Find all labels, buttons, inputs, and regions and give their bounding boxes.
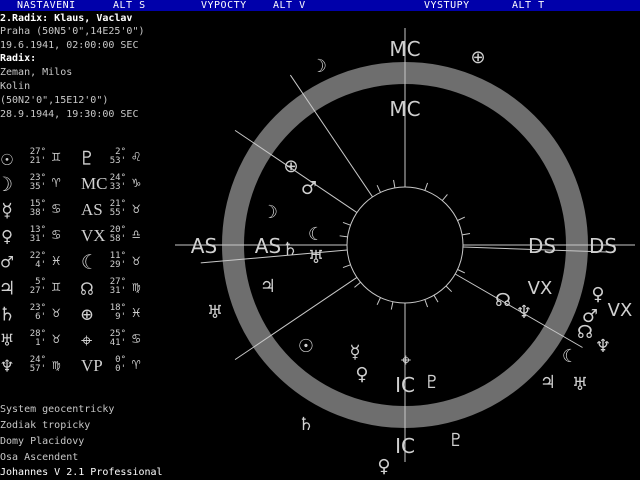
earth-icon: ⊕ <box>470 47 485 68</box>
ic-outer-label: IC <box>395 434 415 458</box>
horoscope-wheel[interactable]: MCMCICICAS AS DS DS⊕♂☽♄☾♅♃☉ ☿♀⌖♇☊♆VX⊕☽♅♄♇♀♃ ♅… <box>0 0 640 480</box>
vertex-icon: VX <box>528 278 553 299</box>
jupiter-icon: ♃ <box>540 372 556 393</box>
inner-circle <box>346 186 464 304</box>
uranus-icon: ♅ <box>572 374 588 395</box>
jupiter-icon: ♃ <box>260 276 276 297</box>
mars-icon: ♂ <box>301 178 317 199</box>
pluto-icon: ♇ <box>424 372 440 393</box>
lilith-icon: ☾ <box>308 224 324 245</box>
aspect-tick <box>441 194 448 201</box>
aspect-tick <box>445 285 453 293</box>
moon-icon: ☽ <box>311 56 327 77</box>
degree-ticks <box>339 179 471 310</box>
aspect-tick <box>342 264 351 269</box>
aspect-tick <box>457 269 466 274</box>
ds-inner-label: DS <box>528 234 556 258</box>
saturn-icon: ♄ <box>282 239 298 260</box>
as-outer-label: AS <box>191 234 217 258</box>
vertex-icon: VX <box>608 300 633 321</box>
mc-inner-label: MC <box>389 97 420 121</box>
saturn-icon: ♄ <box>298 414 314 435</box>
aspect-tick <box>342 221 351 226</box>
sun-icon: ☉ <box>298 336 314 357</box>
aspect-tick <box>424 299 429 308</box>
aspect-tick <box>462 233 471 236</box>
ds-outer-label: DS <box>589 234 617 258</box>
aspect-tick <box>376 297 381 306</box>
aspect-tick <box>457 216 466 221</box>
as-inner-label: AS <box>255 234 281 258</box>
venus-icon: ♀ <box>377 456 390 477</box>
moon-icon: ☽ <box>262 202 278 223</box>
cross-icon: ⌖ <box>401 350 411 371</box>
neptune-icon: ♆ <box>516 302 532 323</box>
venus-icon: ♀ <box>355 364 368 385</box>
aspect-tick <box>424 182 429 191</box>
earth-icon: ⊕ <box>283 156 298 177</box>
mars-icon: ♂ <box>582 306 598 327</box>
uranus-icon: ♅ <box>207 302 223 323</box>
aspect-tick <box>393 179 396 188</box>
mercury-icon: ☿ <box>349 342 360 363</box>
pluto-icon: ♇ <box>448 430 464 451</box>
uranus-icon: ♅ <box>308 247 324 268</box>
aspect-tick <box>339 235 348 238</box>
lilith-icon: ☾ <box>562 346 578 367</box>
aspect-tick <box>354 281 361 288</box>
aspect-tick <box>433 294 439 303</box>
aspect-tick <box>376 184 381 193</box>
venus-icon: ♀ <box>591 284 604 305</box>
neptune-icon: ♆ <box>595 336 611 357</box>
mc-outer-label: MC <box>389 37 420 61</box>
aspect-tick <box>390 301 394 310</box>
node-icon: ☊ <box>495 290 511 311</box>
ic-inner-label: IC <box>395 373 415 397</box>
